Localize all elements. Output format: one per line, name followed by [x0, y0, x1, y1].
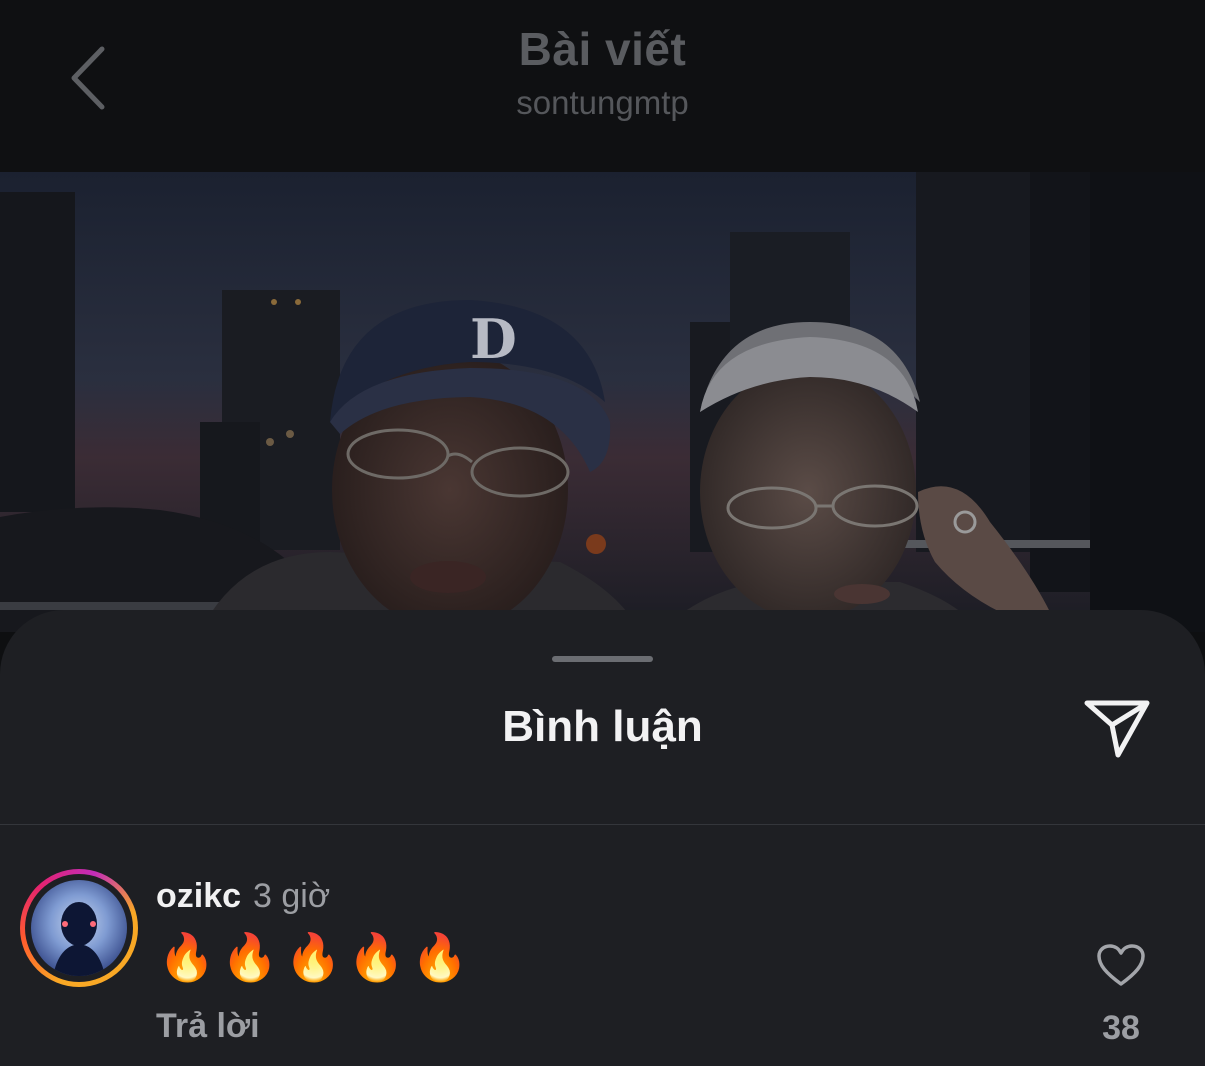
app: Bài viết sontungmtp D Bình luận ozikc 3 …: [0, 0, 1205, 1066]
like-count: 38: [1102, 1009, 1140, 1047]
avatar-silhouette: [53, 902, 105, 976]
page-subtitle-username[interactable]: sontungmtp: [0, 84, 1205, 122]
sheet-grabber[interactable]: [552, 656, 653, 662]
comments-sheet: Bình luận ozikc 3 giờ 🔥🔥🔥🔥🔥 Trả lời 38: [0, 610, 1205, 1066]
top-header: Bài viết sontungmtp: [0, 0, 1205, 172]
like-button[interactable]: [1090, 937, 1152, 993]
page-title: Bài viết: [518, 23, 687, 75]
comment-timestamp: 3 giờ: [253, 877, 331, 915]
paper-plane-icon: [1084, 700, 1150, 758]
avatar-story-ring[interactable]: [20, 869, 138, 987]
reply-button[interactable]: Trả lời: [156, 1007, 260, 1046]
post-image[interactable]: D: [0, 172, 1205, 632]
post-photo: D: [0, 172, 1205, 632]
comment-item: ozikc 3 giờ 🔥🔥🔥🔥🔥 Trả lời 38: [0, 825, 1205, 1066]
share-button[interactable]: [1078, 694, 1156, 764]
cap-logo: D: [470, 307, 517, 371]
heart-outline-icon: [1097, 944, 1145, 986]
sheet-title: Bình luận: [502, 702, 703, 751]
avatar: [31, 880, 127, 976]
comment-text: 🔥🔥🔥🔥🔥: [158, 931, 475, 983]
comment-username[interactable]: ozikc: [156, 877, 241, 916]
